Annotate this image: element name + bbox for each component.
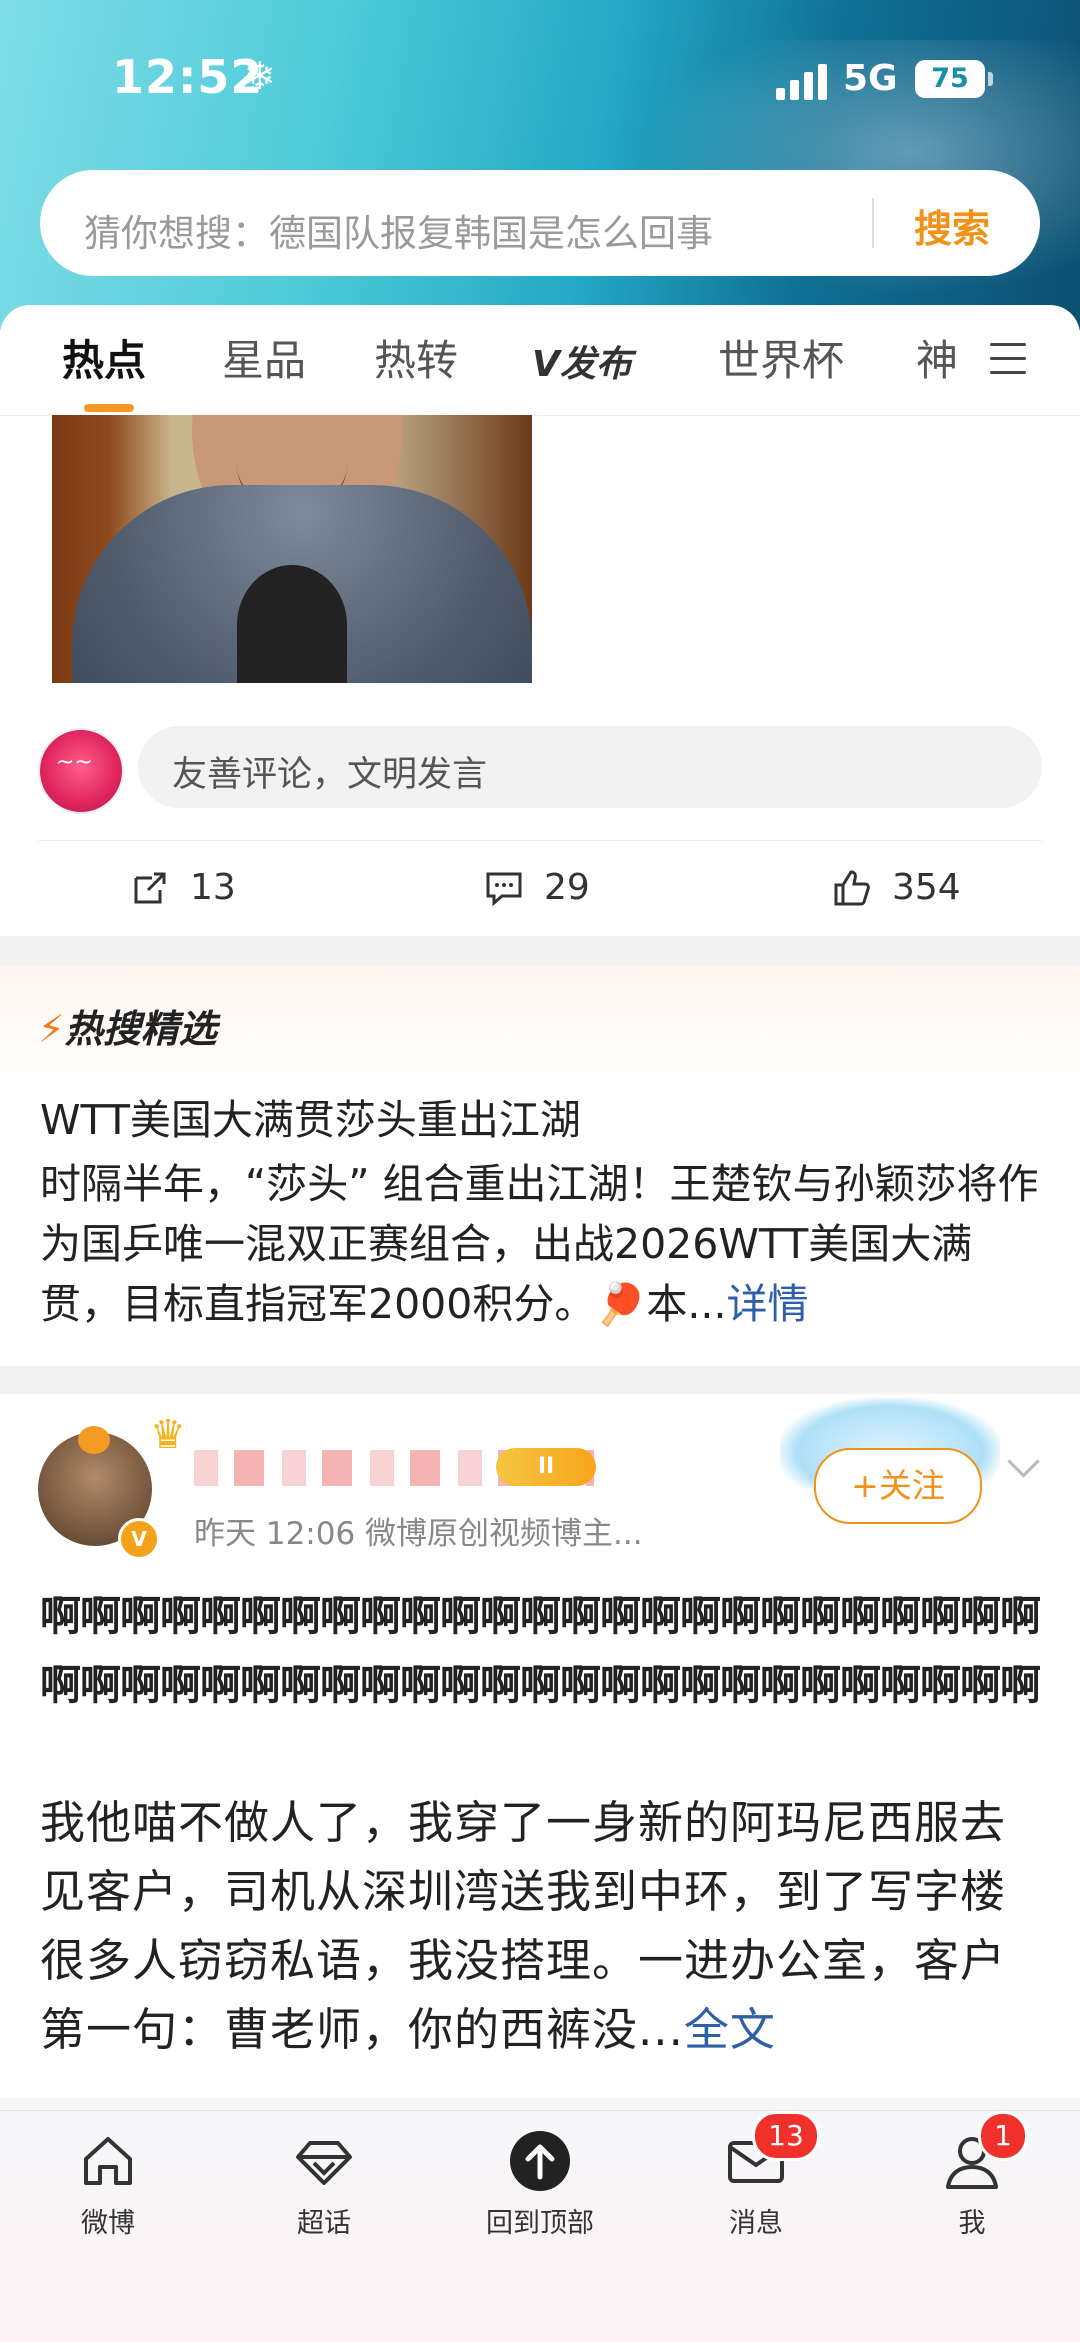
nav-label: 回到顶部 <box>486 2208 594 2239</box>
repost-button[interactable]: 13 <box>130 867 236 908</box>
comment-placeholder: 友善评论，文明发言 <box>172 755 488 795</box>
comment-count: 29 <box>544 867 590 908</box>
next-post-peek <box>0 2098 1080 2110</box>
search-button[interactable]: 搜索 <box>914 198 990 253</box>
section-gap <box>0 936 1080 966</box>
hot-search-section-title: 热搜精选 <box>64 1007 217 1051</box>
nav-label: 我 <box>958 2208 986 2239</box>
like-button[interactable]: 354 <box>832 867 961 908</box>
status-bar: 12:52 ❄ 5G 75 <box>0 50 1080 120</box>
search-divider <box>872 198 874 248</box>
tab-vpublish[interactable]: V发布 <box>532 335 632 387</box>
follow-button[interactable]: +关注 <box>814 1448 982 1524</box>
network-label: 5G <box>843 58 898 99</box>
verified-badge: V <box>118 1518 160 1560</box>
bottom-nav: 微博 超话 回到顶部 消息 13 我 1 <box>0 2110 1080 2342</box>
nav-label: 消息 <box>729 2208 783 2239</box>
post-body: 我他喵不做人了，我穿了一身新的阿玛尼西服去见客户，司机从深圳湾送我到中环，到了写… <box>40 1796 1007 2056</box>
orange-icon <box>78 1426 110 1454</box>
search-placeholder: 猜你想搜：德国队报复韩国是怎么回事 <box>84 212 713 255</box>
tab-repost[interactable]: 热转 <box>374 327 458 388</box>
flame-icon: ⚡ <box>38 1007 65 1051</box>
hot-search-text: 时隔半年，“莎头” 组合重出江湖！王楚钦与孙颖莎将作为国乒唯一混双正赛组合，出战… <box>40 1160 1039 1328</box>
tab-more-partial[interactable]: 神 <box>916 327 958 388</box>
battery-icon: 75 <box>915 60 993 98</box>
post-actions: 13 29 354 <box>0 855 1080 925</box>
tab-worldcup[interactable]: 世界杯 <box>718 327 844 388</box>
divider <box>38 840 1042 841</box>
post-text[interactable]: 我他喵不做人了，我穿了一身新的阿玛尼西服去见客户，司机从深圳湾送我到中环，到了写… <box>40 1788 1050 2064</box>
nav-label: 超话 <box>297 2208 351 2239</box>
home-icon <box>76 2129 140 2193</box>
battery-level: 75 <box>931 63 969 94</box>
nav-supertopic[interactable]: 超话 <box>254 2129 394 2240</box>
me-badge: 1 <box>978 2111 1028 2161</box>
signal-icon <box>776 64 830 100</box>
repost-icon <box>134 872 166 903</box>
nav-weibo[interactable]: 微博 <box>38 2129 178 2240</box>
hot-search-logo: ⚡热搜精选 <box>38 998 217 1053</box>
like-count: 354 <box>892 867 961 908</box>
diamond-icon <box>292 2129 356 2193</box>
messages-badge: 13 <box>752 2111 820 2161</box>
tab-indicator <box>84 404 134 412</box>
details-link[interactable]: 详情 <box>727 1280 809 1328</box>
search-bar[interactable]: 猜你想搜：德国队报复韩国是怎么回事 搜索 <box>40 170 1040 276</box>
repost-count: 13 <box>190 867 236 908</box>
tab-star[interactable]: 星品 <box>222 327 306 388</box>
snowflake-icon: ❄ <box>244 54 276 98</box>
hot-search-card[interactable]: ⚡热搜精选 WTT美国大满贯莎头重出江湖 时隔半年，“莎头” 组合重出江湖！王楚… <box>0 966 1080 1366</box>
channel-tabs: 热点 星品 热转 V发布 世界杯 神 <box>0 305 1080 416</box>
nav-back-to-top[interactable]: 回到顶部 <box>470 2129 610 2240</box>
chevron-down-icon[interactable] <box>1007 1445 1040 1478</box>
comment-button[interactable]: 29 <box>484 867 590 908</box>
comment-input[interactable]: 友善评论，文明发言 <box>138 726 1042 808</box>
image-collar <box>237 565 347 683</box>
status-time: 12:52 <box>112 50 264 104</box>
full-text-link[interactable]: 全文 <box>684 2003 776 2056</box>
section-gap <box>0 1366 1080 1394</box>
post-image[interactable] <box>52 415 532 683</box>
my-avatar <box>38 728 124 814</box>
thumbs-up-icon <box>834 869 870 905</box>
level-badge: II <box>496 1448 596 1486</box>
hot-search-title[interactable]: WTT美国大满贯莎头重出江湖 <box>40 1086 581 1146</box>
menu-icon[interactable] <box>990 343 1026 375</box>
arrow-up-icon <box>508 2129 572 2193</box>
post-bold-text: 啊啊啊啊啊啊啊啊啊啊啊啊啊啊啊啊啊啊啊啊啊啊啊啊啊啊啊啊啊啊啊啊啊啊啊啊啊啊啊啊… <box>40 1592 1041 1709</box>
tab-hot[interactable]: 热点 <box>62 327 146 388</box>
comment-icon <box>486 872 522 906</box>
nav-label: 微博 <box>81 2208 135 2239</box>
crown-icon: ♛ <box>150 1412 186 1458</box>
hot-search-body: 时隔半年，“莎头” 组合重出江湖！王楚钦与孙颖莎将作为国乒唯一混双正赛组合，出战… <box>40 1154 1050 1334</box>
post-meta: 昨天 12:06 微博原创视频博主... <box>194 1516 643 1552</box>
